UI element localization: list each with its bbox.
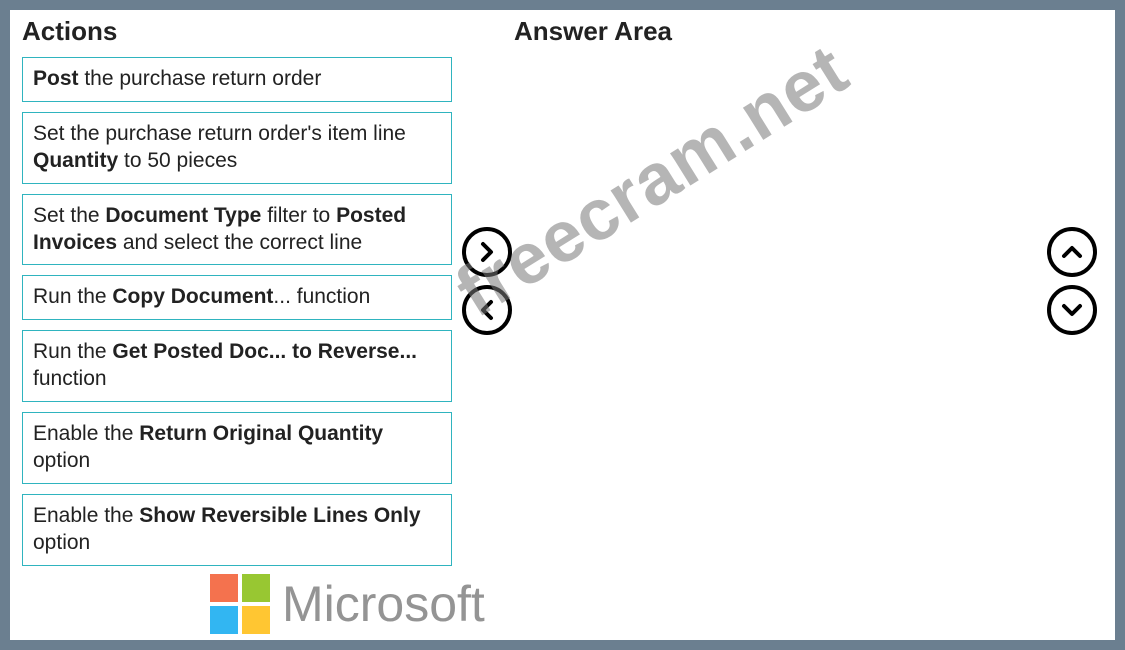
action-item-text: Set the bbox=[33, 204, 105, 227]
microsoft-watermark-text: Microsoft bbox=[282, 575, 485, 633]
action-item[interactable]: Set the purchase return order's item lin… bbox=[22, 112, 452, 184]
action-item-text: to 50 pieces bbox=[118, 149, 237, 172]
action-item-text: Set the purchase return order's item lin… bbox=[33, 122, 406, 145]
answer-area-heading: Answer Area bbox=[492, 16, 1103, 47]
action-item-text: Quantity bbox=[33, 149, 118, 172]
right-buttons-column bbox=[522, 57, 1115, 335]
move-right-button[interactable] bbox=[462, 227, 512, 277]
move-left-button[interactable] bbox=[462, 285, 512, 335]
action-item-text: and select the correct line bbox=[117, 231, 362, 254]
action-item-text: Run the bbox=[33, 285, 112, 308]
action-item-text: Get Posted Doc... to Reverse... bbox=[112, 340, 417, 363]
action-item-text: Copy Document bbox=[112, 285, 273, 308]
action-item-text: Document Type bbox=[105, 204, 261, 227]
action-item[interactable]: Enable the Show Reversible Lines Only op… bbox=[22, 494, 452, 566]
action-item[interactable]: Enable the Return Original Quantity opti… bbox=[22, 412, 452, 484]
move-up-button[interactable] bbox=[1047, 227, 1097, 277]
action-item-text: the purchase return order bbox=[79, 67, 322, 90]
headings-row: Actions Answer Area bbox=[10, 10, 1115, 57]
microsoft-logo-icon bbox=[210, 574, 270, 634]
action-item-text: Run the bbox=[33, 340, 112, 363]
action-item-text: Enable the bbox=[33, 504, 139, 527]
content-area: Post the purchase return order Set the pu… bbox=[10, 57, 1115, 566]
action-item[interactable]: Run the Get Posted Doc... to Reverse... … bbox=[22, 330, 452, 402]
action-item-text: Post bbox=[33, 67, 79, 90]
action-item[interactable]: Set the Document Type filter to Posted I… bbox=[22, 194, 452, 266]
action-item[interactable]: Post the purchase return order bbox=[22, 57, 452, 102]
action-item-text: Enable the bbox=[33, 422, 139, 445]
chevron-up-icon bbox=[1060, 240, 1084, 264]
action-item-text: option bbox=[33, 531, 90, 554]
microsoft-watermark: Microsoft bbox=[210, 574, 485, 634]
actions-heading: Actions bbox=[22, 16, 492, 47]
actions-column: Post the purchase return order Set the pu… bbox=[22, 57, 452, 566]
action-item-text: Show Reversible Lines Only bbox=[139, 504, 420, 527]
action-item-text: filter to bbox=[261, 204, 336, 227]
action-item-text: Return Original Quantity bbox=[139, 422, 383, 445]
chevron-down-icon bbox=[1060, 298, 1084, 322]
action-item-text: option bbox=[33, 449, 90, 472]
move-down-button[interactable] bbox=[1047, 285, 1097, 335]
action-item-text: ... function bbox=[273, 285, 370, 308]
action-item-text: function bbox=[33, 367, 107, 390]
action-item[interactable]: Run the Copy Document... function bbox=[22, 275, 452, 320]
question-frame: Actions Answer Area Post the purchase re… bbox=[0, 0, 1125, 650]
center-buttons-column bbox=[452, 57, 522, 335]
chevron-left-icon bbox=[475, 298, 499, 322]
chevron-right-icon bbox=[475, 240, 499, 264]
